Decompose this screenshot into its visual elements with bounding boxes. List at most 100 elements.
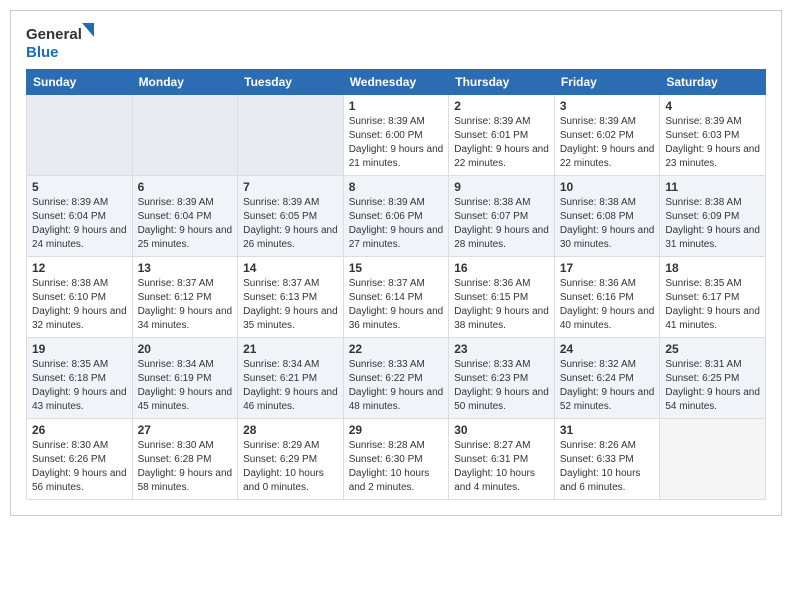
day-cell: 4 Sunrise: 8:39 AM Sunset: 6:03 PM Daylight… xyxy=(660,95,766,176)
day-header-monday: Monday xyxy=(132,70,238,95)
sunrise-label: Sunrise: 8:37 AM xyxy=(349,278,425,289)
day-number: 20 xyxy=(138,342,233,356)
day-info: Sunrise: 8:39 AMSunset: 6:06 PMDaylight:… xyxy=(349,196,444,252)
sunset-label: Sunset: 6:06 PM xyxy=(349,211,423,222)
sunrise-label: Sunrise: 8:30 AM xyxy=(32,440,108,451)
daylight-label: Daylight: 9 hours and 45 minutes. xyxy=(138,387,233,412)
sunset-label: Sunset: 6:04 PM xyxy=(32,211,106,222)
sunset-label: Sunset: 6:19 PM xyxy=(138,373,212,384)
day-number: 29 xyxy=(349,423,444,437)
sunset-label: Sunset: 6:03 PM xyxy=(665,130,739,141)
day-number: 1 xyxy=(349,99,444,113)
day-cell: 18Sunrise: 8:35 AMSunset: 6:17 PMDayligh… xyxy=(660,257,766,338)
day-cell: 15 Sunrise: 8:37 AM Sunset: 6:14 PM Dayligh… xyxy=(343,257,449,338)
day-number: 18 xyxy=(665,261,760,275)
day-number: 10 xyxy=(560,180,655,194)
day-headers-row: SundayMondayTuesdayWednesdayThursdayFrid… xyxy=(27,70,766,95)
day-number: 7 xyxy=(243,180,338,194)
sunset-label: Sunset: 6:08 PM xyxy=(560,211,634,222)
day-info: Sunrise: 8:39 AMSunset: 6:01 PMDaylight:… xyxy=(454,115,549,171)
day-number: 27 xyxy=(138,423,233,437)
day-cell xyxy=(27,95,133,176)
daylight-label: Daylight: 9 hours and 52 minutes. xyxy=(560,387,655,412)
day-info: Sunrise: 8:37 AMSunset: 6:12 PMDaylight:… xyxy=(138,277,233,333)
sunset-label: Sunset: 6:26 PM xyxy=(32,454,106,465)
day-number: 28 xyxy=(243,423,338,437)
logo-svg: General Blue xyxy=(26,21,96,61)
sunset-label: Sunset: 6:25 PM xyxy=(665,373,739,384)
day-cell: 6Sunrise: 8:39 AMSunset: 6:04 PMDaylight… xyxy=(132,176,238,257)
daylight-label: Daylight: 9 hours and 32 minutes. xyxy=(32,306,127,331)
sunrise-label: Sunrise: 8:26 AM xyxy=(560,440,636,451)
svg-text:Blue: Blue xyxy=(26,44,59,61)
day-cell xyxy=(132,95,238,176)
day-info: Sunrise: 8:39 AMSunset: 6:02 PMDaylight:… xyxy=(560,115,655,171)
daylight-label: Daylight: 9 hours and 23 minutes. xyxy=(665,144,760,169)
day-number: 12 xyxy=(32,261,127,275)
sunset-label: Sunset: 6:28 PM xyxy=(138,454,212,465)
day-info: Sunrise: 8:26 AMSunset: 6:33 PMDaylight:… xyxy=(560,439,655,495)
day-info: Sunrise: 8:38 AMSunset: 6:07 PMDaylight:… xyxy=(454,196,549,252)
daylight-label: Daylight: 9 hours and 30 minutes. xyxy=(560,225,655,250)
day-header-sunday: Sunday xyxy=(27,70,133,95)
sunrise-label: Sunrise: 8:39 AM xyxy=(665,116,741,127)
day-info: Sunrise: 8:39 AMSunset: 6:05 PMDaylight:… xyxy=(243,196,338,252)
day-cell: 26 Sunrise: 8:30 AM Sunset: 6:26 PM Dayligh… xyxy=(27,419,133,500)
day-number: 13 xyxy=(138,261,233,275)
sunset-label: Sunset: 6:04 PM xyxy=(138,211,212,222)
day-number: 14 xyxy=(243,261,338,275)
sunrise-label: Sunrise: 8:33 AM xyxy=(454,359,530,370)
day-number: 17 xyxy=(560,261,655,275)
sunrise-label: Sunrise: 8:29 AM xyxy=(243,440,319,451)
calendar-table: SundayMondayTuesdayWednesdayThursdayFrid… xyxy=(26,69,766,500)
day-number: 11 xyxy=(665,180,760,194)
week-row-3: 12Sunrise: 8:38 AMSunset: 6:10 PMDayligh… xyxy=(27,257,766,338)
day-number: 21 xyxy=(243,342,338,356)
day-number: 16 xyxy=(454,261,549,275)
day-cell: 24Sunrise: 8:32 AMSunset: 6:24 PMDayligh… xyxy=(554,338,660,419)
week-row-5: 26 Sunrise: 8:30 AM Sunset: 6:26 PM Dayligh… xyxy=(27,419,766,500)
daylight-label: Daylight: 9 hours and 56 minutes. xyxy=(32,468,127,493)
day-header-thursday: Thursday xyxy=(449,70,555,95)
sunset-label: Sunset: 6:18 PM xyxy=(32,373,106,384)
daylight-label: Daylight: 9 hours and 36 minutes. xyxy=(349,306,444,331)
daylight-label: Daylight: 10 hours and 4 minutes. xyxy=(454,468,535,493)
day-number: 15 xyxy=(349,261,444,275)
daylight-label: Daylight: 9 hours and 26 minutes. xyxy=(243,225,338,250)
day-info: Sunrise: 8:38 AMSunset: 6:08 PMDaylight:… xyxy=(560,196,655,252)
sunset-label: Sunset: 6:02 PM xyxy=(560,130,634,141)
day-number: 26 xyxy=(32,423,127,437)
sunrise-label: Sunrise: 8:28 AM xyxy=(349,440,425,451)
day-number: 31 xyxy=(560,423,655,437)
day-info: Sunrise: 8:30 AMSunset: 6:28 PMDaylight:… xyxy=(138,439,233,495)
day-cell: 22Sunrise: 8:33 AMSunset: 6:22 PMDayligh… xyxy=(343,338,449,419)
sunset-label: Sunset: 6:10 PM xyxy=(32,292,106,303)
sunrise-label: Sunrise: 8:37 AM xyxy=(243,278,319,289)
sunrise-label: Sunrise: 8:27 AM xyxy=(454,440,530,451)
day-cell: 9Sunrise: 8:38 AMSunset: 6:07 PMDaylight… xyxy=(449,176,555,257)
day-number: 5 xyxy=(32,180,127,194)
day-info: Sunrise: 8:33 AMSunset: 6:22 PMDaylight:… xyxy=(349,358,444,414)
sunrise-label: Sunrise: 8:35 AM xyxy=(32,359,108,370)
day-info: Sunrise: 8:36 AMSunset: 6:15 PMDaylight:… xyxy=(454,277,549,333)
day-cell: 21Sunrise: 8:34 AMSunset: 6:21 PMDayligh… xyxy=(238,338,344,419)
sunset-label: Sunset: 6:09 PM xyxy=(665,211,739,222)
day-number: 3 xyxy=(560,99,655,113)
day-header-saturday: Saturday xyxy=(660,70,766,95)
day-cell: 7 Sunrise: 8:39 AMSunset: 6:05 PMDaylight… xyxy=(238,176,344,257)
day-info: Sunrise: 8:39 AMSunset: 6:04 PMDaylight:… xyxy=(138,196,233,252)
day-cell: 27 Sunrise: 8:30 AMSunset: 6:28 PMDayligh… xyxy=(132,419,238,500)
day-cell: 12Sunrise: 8:38 AMSunset: 6:10 PMDayligh… xyxy=(27,257,133,338)
day-cell: 29Sunrise: 8:28 AMSunset: 6:30 PMDayligh… xyxy=(343,419,449,500)
day-info: Sunrise: 8:34 AMSunset: 6:19 PMDaylight:… xyxy=(138,358,233,414)
day-number: 4 xyxy=(665,99,760,113)
week-row-2: 5Sunrise: 8:39 AMSunset: 6:04 PMDaylight… xyxy=(27,176,766,257)
sunset-label: Sunset: 6:17 PM xyxy=(665,292,739,303)
sunset-label: Sunset: 6:13 PM xyxy=(243,292,317,303)
daylight-label: Daylight: 10 hours and 2 minutes. xyxy=(349,468,430,493)
daylight-label: Daylight: 9 hours and 58 minutes. xyxy=(138,468,233,493)
sunset-label: Sunset: 6:21 PM xyxy=(243,373,317,384)
sunset-label: Sunset: 6:14 PM xyxy=(349,292,423,303)
sunset-label: Sunset: 6:33 PM xyxy=(560,454,634,465)
sunrise-label: Sunrise: 8:39 AM xyxy=(349,197,425,208)
